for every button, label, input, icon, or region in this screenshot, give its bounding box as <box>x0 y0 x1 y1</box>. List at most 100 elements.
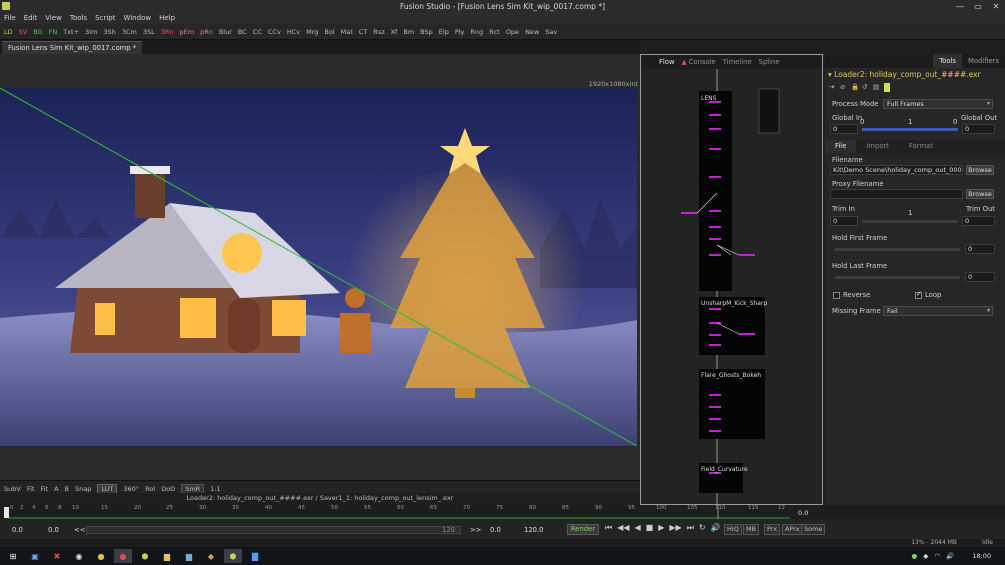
view-icon[interactable]: ▤ <box>873 83 881 91</box>
stop-icon[interactable]: ■ <box>646 523 654 533</box>
tool-resize[interactable]: Rsz <box>373 28 384 36</box>
viewer[interactable]: 1920x1080xint <box>0 54 640 480</box>
proxy-button[interactable]: Prx <box>764 524 781 535</box>
some-button[interactable]: Some <box>801 524 826 535</box>
tool-new[interactable]: New <box>525 28 539 36</box>
process-mode-dropdown[interactable]: Full Frames <box>883 99 993 109</box>
app-icon-nuke[interactable]: ⬢ <box>136 549 154 563</box>
close-button[interactable]: ✕ <box>987 0 1005 12</box>
tool-3d-spotlight[interactable]: 3SL <box>143 28 155 36</box>
tool-polygon[interactable]: Ply <box>455 28 465 36</box>
fast-forward-icon[interactable]: ▶▶ <box>669 523 681 533</box>
auto-proxy-button[interactable]: APrx <box>782 524 803 535</box>
reset-icon[interactable]: ↺ <box>862 83 870 91</box>
rewind-icon[interactable]: ◀◀ <box>617 523 629 533</box>
tab-format[interactable]: Format <box>899 140 943 153</box>
tab-modifiers[interactable]: Modifiers <box>962 54 1005 68</box>
trim-in-field[interactable]: 0 <box>830 216 858 226</box>
tool-boolean[interactable]: Bol <box>324 28 334 36</box>
range-back-button[interactable]: << <box>74 526 85 534</box>
proxy-browse-button[interactable]: Browse <box>966 189 994 199</box>
menu-view[interactable]: View <box>45 14 62 22</box>
tool-color-curves[interactable]: CCv <box>268 28 281 36</box>
hold-first-field[interactable]: 0 <box>965 244 995 254</box>
proxy-filename-field[interactable] <box>830 189 963 199</box>
app-icon-x[interactable]: ✖ <box>48 549 66 563</box>
fit-button[interactable]: Fit <box>27 485 35 493</box>
tool-brightness-contrast[interactable]: BC <box>238 28 247 36</box>
range-forward-button[interactable]: >> <box>470 526 481 534</box>
tab-console[interactable]: Console <box>689 58 716 66</box>
tool-saver[interactable]: SV <box>19 28 28 36</box>
tool-ranges[interactable]: Rng <box>470 28 483 36</box>
global-end-field[interactable]: 120.0 <box>524 526 543 534</box>
time-ruler[interactable]: 0 2 4 6 8 10 15 20 25 30 35 40 45 50 55 … <box>0 505 825 519</box>
node-lens[interactable]: LENS <box>701 95 717 102</box>
mb-button[interactable]: MB <box>743 524 760 535</box>
render-button[interactable]: Render <box>567 524 599 535</box>
minimize-button[interactable]: — <box>951 0 969 12</box>
reverse-checkbox[interactable] <box>833 292 840 299</box>
snap-button[interactable]: Snap <box>75 485 91 493</box>
folder-icon[interactable]: ▆ <box>158 549 176 563</box>
menu-script[interactable]: Script <box>95 14 115 22</box>
tool-blur[interactable]: Blur <box>219 28 232 36</box>
hold-last-slider[interactable] <box>835 276 960 279</box>
range-slider[interactable] <box>86 526 461 534</box>
last-frame-icon[interactable]: ⏭ <box>687 523 694 533</box>
channel-b-button[interactable]: B <box>65 485 69 493</box>
tool-save[interactable]: Sav <box>545 28 557 36</box>
app-icon-photoshop[interactable]: ▇ <box>246 549 264 563</box>
trim-out-field[interactable]: 0 <box>962 216 995 226</box>
flow-canvas[interactable]: LENS UnsharpM_Kick_Sharp Flare_Ghosts_Bo… <box>641 69 822 504</box>
browse-button[interactable]: Browse <box>966 165 994 175</box>
pin-icon[interactable]: ⇥ <box>829 83 837 91</box>
app-icon-blue[interactable]: ▆ <box>180 549 198 563</box>
app-icon-record[interactable]: ◉ <box>70 549 88 563</box>
hold-first-slider[interactable] <box>835 248 960 251</box>
ratio-button[interactable]: 1:1 <box>210 485 220 493</box>
node-field-curvature[interactable]: Field_Curvature <box>701 466 748 473</box>
tool-particle-emitter[interactable]: pEm <box>180 28 195 36</box>
tool-particle-render[interactable]: pRn <box>200 28 213 36</box>
render-end-start-field[interactable]: 0.0 <box>490 526 501 534</box>
missing-frame-dropdown[interactable]: Fail <box>883 306 993 316</box>
tool-3d-shape[interactable]: 3Sh <box>103 28 115 36</box>
loop-icon[interactable]: ↻ <box>699 523 706 533</box>
subview-button[interactable]: SubV <box>4 485 21 493</box>
hold-last-field[interactable]: 0 <box>965 272 995 282</box>
node-flare[interactable]: Flare_Ghosts_Bokeh <box>701 372 761 379</box>
app-icon-fusion[interactable]: ⬢ <box>224 549 242 563</box>
clock[interactable]: 18:00 <box>972 552 991 560</box>
tab-import[interactable]: Import <box>856 140 899 153</box>
tray-icon-dropbox[interactable]: ◆ <box>923 552 928 560</box>
node-title[interactable]: ▾ Loader2: holiday_comp_out_####.exr <box>828 70 981 79</box>
maximize-button[interactable]: ▭ <box>969 0 987 12</box>
tool-rectangle[interactable]: Rct <box>489 28 500 36</box>
first-frame-icon[interactable]: ⏮ <box>605 523 612 533</box>
tab-timeline[interactable]: Timeline <box>723 58 752 66</box>
global-start-field[interactable]: 0.0 <box>12 526 23 534</box>
tool-color-correct[interactable]: CC <box>253 28 262 36</box>
app-icon-fusion-red[interactable]: ● <box>114 549 132 563</box>
app-icon-paint[interactable]: ◆ <box>202 549 220 563</box>
fit-button-2[interactable]: Fit <box>40 485 48 493</box>
tool-text[interactable]: Txt+ <box>63 28 79 36</box>
lock-icon[interactable]: 🔒 <box>851 83 859 91</box>
app-icon-chrome[interactable]: ● <box>92 549 110 563</box>
menu-tools[interactable]: Tools <box>70 14 87 22</box>
tab-tools[interactable]: Tools <box>933 54 962 68</box>
menu-help[interactable]: Help <box>159 14 175 22</box>
loop-checkbox[interactable] <box>915 290 922 299</box>
tool-loader[interactable]: LD <box>4 28 13 36</box>
dod-button[interactable]: DoD <box>161 485 175 493</box>
color-swatch[interactable] <box>884 83 890 92</box>
global-in-field[interactable]: 0 <box>830 124 858 134</box>
channel-a-button[interactable]: A <box>54 485 58 493</box>
tool-fastnoise[interactable]: FN <box>49 28 58 36</box>
play-icon[interactable]: ▶ <box>658 523 664 533</box>
start-icon[interactable]: ⊞ <box>4 549 22 563</box>
lut-button[interactable]: LUT <box>97 483 118 494</box>
menu-window[interactable]: Window <box>123 14 151 22</box>
tray-icon-volume[interactable]: 🔊 <box>946 552 954 560</box>
